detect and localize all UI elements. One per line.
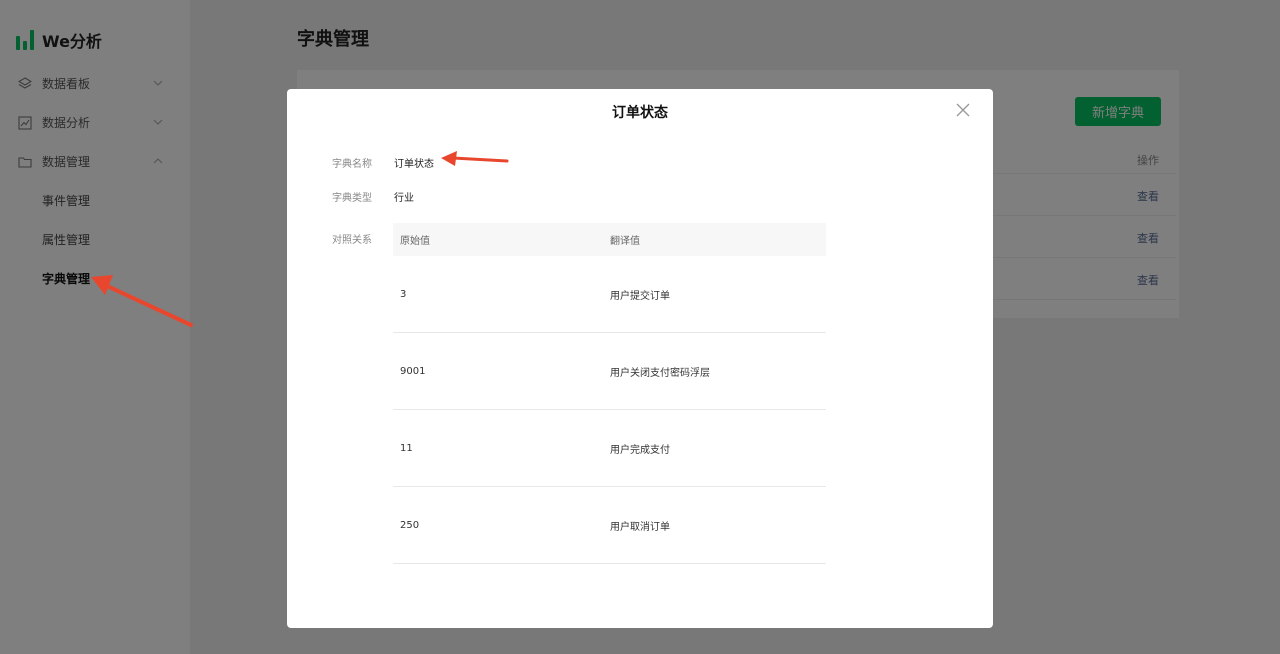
original-value: 3 [400,288,407,300]
annotation-arrow-icon [91,275,193,327]
translated-value: 用户提交订单 [610,290,670,302]
dictionary-type-value: 行业 [394,193,414,204]
column-header-original: 原始值 [400,236,430,247]
mapping-table: 原始值 翻译值 3 用户提交订单 9001 用户关闭支付密码浮层 11 用户完成… [393,223,826,564]
mapping-label: 对照关系 [332,235,372,246]
translated-value: 用户关闭支付密码浮层 [610,367,710,379]
table-row: 9001 用户关闭支付密码浮层 [393,333,826,410]
table-row: 3 用户提交订单 [393,256,826,333]
dictionary-detail-dialog: 订单状态 字典名称 订单状态 字典类型 行业 对照关系 原始值 翻译值 3 用户… [287,89,993,628]
dictionary-type-label: 字典类型 [332,193,372,204]
dialog-title: 订单状态 [612,105,668,121]
dictionary-name-value: 订单状态 [394,159,434,170]
original-value: 250 [400,519,420,531]
translated-value: 用户取消订单 [610,521,670,533]
table-row: 250 用户取消订单 [393,487,826,564]
table-row: 11 用户完成支付 [393,410,826,487]
translated-value: 用户完成支付 [610,444,670,456]
original-value: 9001 [400,365,426,377]
column-header-translated: 翻译值 [610,236,640,247]
annotation-arrow-icon [441,151,509,166]
table-header: 原始值 翻译值 [393,223,826,256]
dictionary-name-label: 字典名称 [332,159,372,170]
original-value: 11 [400,442,413,454]
close-icon[interactable] [955,102,971,118]
